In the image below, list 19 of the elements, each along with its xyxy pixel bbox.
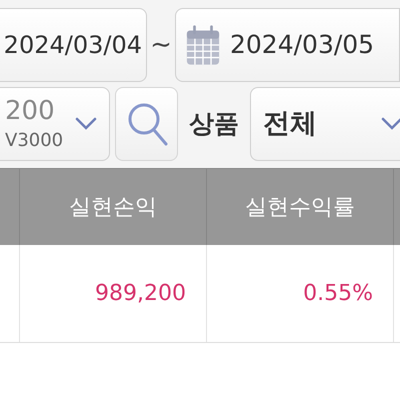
product-dropdown[interactable]: 전체 bbox=[250, 87, 400, 161]
account-dropdown[interactable]: 200 V3000 bbox=[0, 87, 110, 161]
table-cell: 989,200 bbox=[20, 245, 207, 342]
column-header: 실현손익 bbox=[20, 169, 207, 245]
table-cell: 0.55% bbox=[207, 245, 394, 342]
chevron-down-icon bbox=[381, 117, 400, 131]
calendar-icon[interactable] bbox=[186, 23, 220, 67]
product-label: 상품 bbox=[188, 108, 240, 140]
product-value: 전체 bbox=[263, 106, 317, 141]
end-date-field[interactable]: 2024/03/05 bbox=[175, 8, 400, 82]
chevron-down-icon bbox=[75, 117, 97, 131]
end-date-text: 2024/03/05 bbox=[230, 29, 374, 62]
account-number: 200 bbox=[5, 98, 56, 124]
search-icon bbox=[126, 101, 168, 147]
search-button[interactable] bbox=[115, 87, 178, 161]
account-code: V3000 bbox=[5, 132, 64, 150]
start-date-field[interactable]: 2024/03/04 bbox=[0, 8, 147, 82]
range-separator: ~ bbox=[149, 28, 173, 62]
column-header: 실현수익률 bbox=[207, 169, 394, 245]
